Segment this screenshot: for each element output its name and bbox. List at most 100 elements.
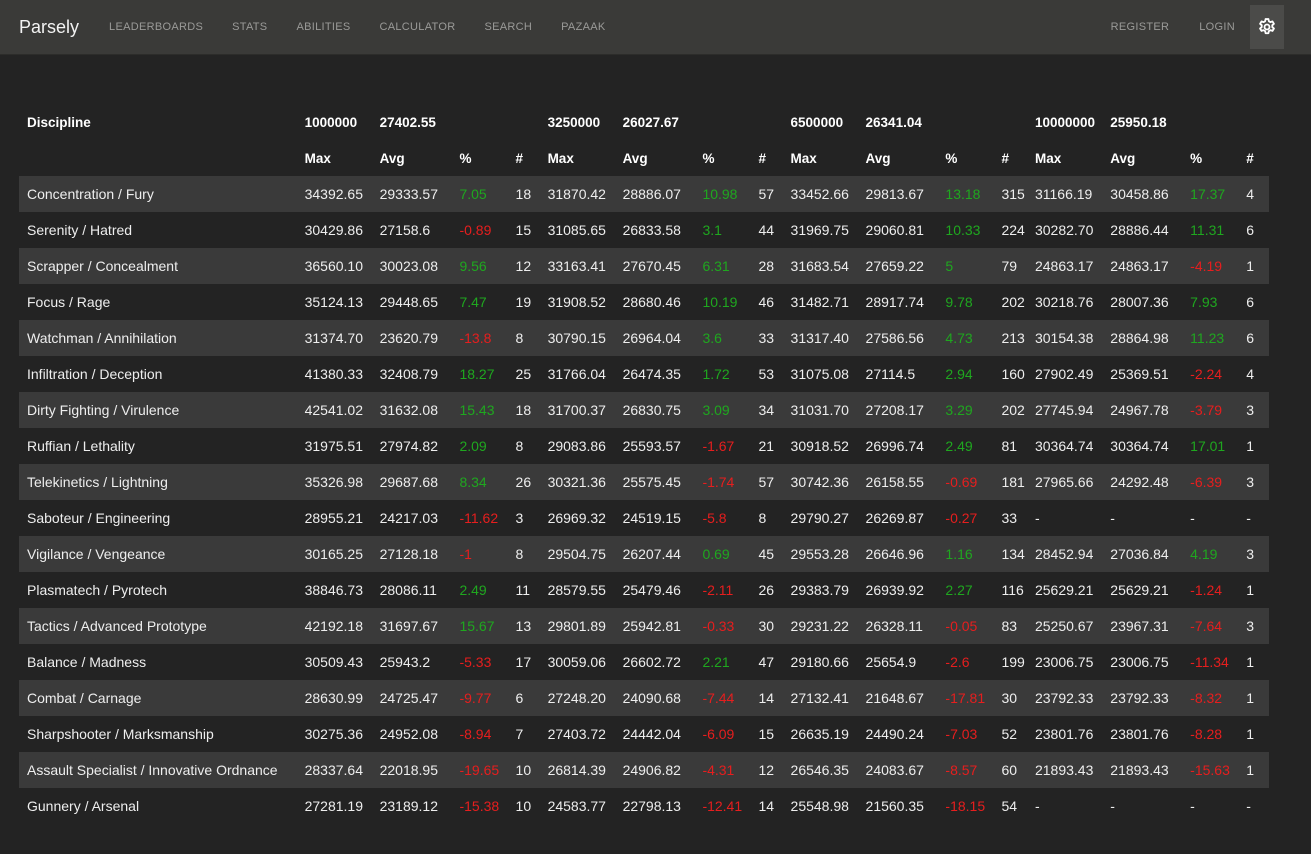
pct-cell: -5.33 xyxy=(459,654,492,670)
avg-cell: 24292.48 xyxy=(1110,474,1169,490)
nav-search[interactable]: SEARCH xyxy=(484,21,532,33)
pct-cell: -8.32 xyxy=(1190,690,1223,706)
pct-cell: 3.1 xyxy=(702,222,722,238)
count-cell: 199 xyxy=(1001,654,1025,670)
pct-cell: -6.09 xyxy=(702,726,735,742)
nav-abilities[interactable]: ABILITIES xyxy=(296,21,350,33)
pct-cell: 15.43 xyxy=(459,402,495,418)
max-cell: 30218.76 xyxy=(1034,294,1094,310)
pct-cell: -18.15 xyxy=(945,798,986,814)
count-cell: 3 xyxy=(1246,474,1255,490)
discipline-name: Assault Specialist / Innovative Ordnance xyxy=(27,762,278,778)
login-link[interactable]: LOGIN xyxy=(1199,21,1235,33)
count-cell: 33 xyxy=(758,330,775,346)
count-cell: 213 xyxy=(1001,330,1025,346)
avg-cell: 30458.86 xyxy=(1110,186,1169,202)
count-cell: 1 xyxy=(1246,762,1255,778)
count-cell: 6 xyxy=(1246,222,1255,238)
max-cell: - xyxy=(1034,510,1040,526)
pct-header: % xyxy=(702,150,715,166)
avg-cell: 25942.81 xyxy=(622,618,681,634)
pct-cell: -19.65 xyxy=(459,762,500,778)
avg-cell: 24217.03 xyxy=(379,510,438,526)
group-header-row: Discipline 1000000 27402.55 3250000 2602… xyxy=(19,104,1269,140)
max-cell: 41380.33 xyxy=(304,366,363,382)
max-cell: 33452.66 xyxy=(790,186,849,202)
pct-cell: -0.33 xyxy=(702,618,735,634)
pct-cell: -8.57 xyxy=(945,762,978,778)
pct-cell: 6.31 xyxy=(702,258,730,274)
max-cell: 42541.02 xyxy=(304,402,363,418)
pct-cell: 11.31 xyxy=(1190,222,1225,238)
pct-cell: -8.94 xyxy=(459,726,492,742)
count-cell: 1 xyxy=(1246,654,1255,670)
max-cell: 29801.89 xyxy=(547,618,606,634)
avg-cell: 26328.11 xyxy=(865,618,923,634)
count-cell: 28 xyxy=(758,258,775,274)
max-cell: 30429.86 xyxy=(304,222,363,238)
avg-cell: 24090.68 xyxy=(622,690,681,706)
pct-cell: 3.09 xyxy=(702,402,730,418)
pct-cell: -1.24 xyxy=(1190,582,1223,598)
count-cell: 202 xyxy=(1001,294,1025,310)
avg-cell: 25943.2 xyxy=(379,654,431,670)
group-hp-header: 10000000 xyxy=(1034,114,1096,130)
column-header-row: Max Avg % # Max Avg % # Max Avg % # Max … xyxy=(19,140,1269,176)
count-header: # xyxy=(758,150,767,166)
table-row: Concentration / Fury 34392.65 29333.57 7.05… xyxy=(19,176,1269,212)
max-cell: 29083.86 xyxy=(547,438,606,454)
max-cell: 31085.65 xyxy=(547,222,606,238)
count-cell: 8 xyxy=(515,546,524,562)
count-cell: 25 xyxy=(515,366,532,382)
avg-cell: 26833.58 xyxy=(622,222,681,238)
avg-cell: 32408.79 xyxy=(379,366,438,382)
max-cell: 30059.06 xyxy=(547,654,606,670)
pct-cell: 17.37 xyxy=(1190,186,1226,202)
pct-cell: 3.6 xyxy=(702,330,722,346)
avg-header: Avg xyxy=(865,150,891,166)
nav-leaderboards[interactable]: LEADERBOARDS xyxy=(109,21,203,33)
count-cell: 34 xyxy=(758,402,775,418)
nav-pazaak[interactable]: PAZAAK xyxy=(561,21,605,33)
max-cell: 26635.19 xyxy=(790,726,849,742)
avg-cell: 27659.22 xyxy=(865,258,924,274)
nav-stats[interactable]: STATS xyxy=(232,21,267,33)
gear-icon xyxy=(1259,18,1275,35)
avg-cell: 28864.98 xyxy=(1110,330,1169,346)
count-cell: 10 xyxy=(515,762,532,778)
pct-cell: -17.81 xyxy=(945,690,986,706)
pct-cell: -2.24 xyxy=(1190,366,1223,382)
nav-calculator[interactable]: CALCULATOR xyxy=(380,21,456,33)
count-cell: 26 xyxy=(515,474,532,490)
discipline-stats-table: Discipline 1000000 27402.55 3250000 2602… xyxy=(19,104,1269,824)
pct-cell: -13.8 xyxy=(459,330,492,346)
nav-account: REGISTER LOGIN xyxy=(1081,5,1284,49)
avg-cell: 21560.35 xyxy=(865,798,924,814)
max-cell: 27745.94 xyxy=(1034,402,1094,418)
pct-cell: 3.29 xyxy=(945,402,973,418)
max-cell: 30790.15 xyxy=(547,330,606,346)
avg-cell: 27208.17 xyxy=(865,402,924,418)
max-cell: 28337.64 xyxy=(304,762,363,778)
register-link[interactable]: REGISTER xyxy=(1111,21,1170,33)
count-cell: 19 xyxy=(515,294,532,310)
avg-cell: 27670.45 xyxy=(622,258,681,274)
max-cell: 27248.20 xyxy=(547,690,606,706)
max-cell: 30742.36 xyxy=(790,474,849,490)
count-cell: 33 xyxy=(1001,510,1018,526)
max-cell: 31969.75 xyxy=(790,222,849,238)
settings-button[interactable] xyxy=(1250,5,1284,49)
max-cell: 23006.75 xyxy=(1034,654,1094,670)
discipline-name: Infiltration / Deception xyxy=(27,366,163,382)
avg-cell: 25593.57 xyxy=(622,438,681,454)
max-cell: 31031.70 xyxy=(790,402,849,418)
discipline-name: Focus / Rage xyxy=(27,294,111,310)
table-row: Saboteur / Engineering 28955.21 24217.03 -1… xyxy=(19,500,1269,536)
count-cell: 4 xyxy=(1246,186,1255,202)
table-row: Vigilance / Vengeance 30165.25 27128.18 -1 8… xyxy=(19,536,1269,572)
max-cell: 27132.41 xyxy=(790,690,849,706)
table-row: Watchman / Annihilation 31374.70 23620.79 -… xyxy=(19,320,1269,356)
avg-cell: 23792.33 xyxy=(1110,690,1169,706)
brand-logo[interactable]: Parsely xyxy=(19,17,79,38)
avg-header: Avg xyxy=(379,150,405,166)
